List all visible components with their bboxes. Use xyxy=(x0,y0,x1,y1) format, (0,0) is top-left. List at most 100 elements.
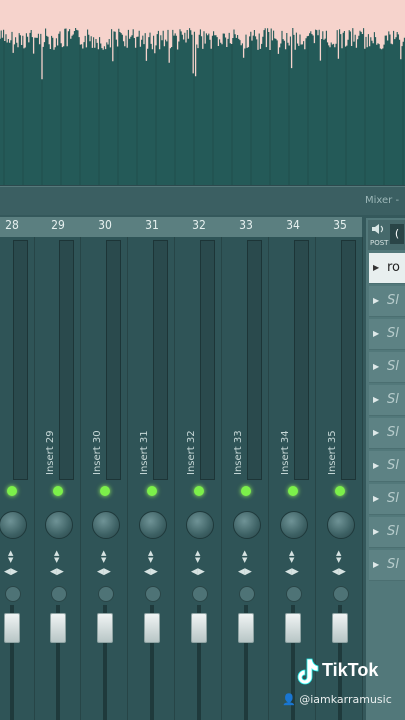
channel-enable-led[interactable] xyxy=(53,486,63,496)
post-toggle[interactable]: POST ( xyxy=(368,220,405,250)
pan-knob[interactable] xyxy=(139,511,167,539)
volume-fader[interactable] xyxy=(4,613,20,643)
volume-fader[interactable] xyxy=(144,613,160,643)
slot-label: Sl xyxy=(387,524,399,539)
slot-label: Sl xyxy=(387,293,399,308)
stereo-separation-down-icon[interactable]: ▼ xyxy=(242,556,247,565)
swap-channels-icon[interactable]: ◀▶ xyxy=(191,568,205,577)
effect-slot[interactable]: ▶ Sl xyxy=(369,352,405,383)
volume-fader[interactable] xyxy=(332,613,348,643)
insert-label: Insert 33 xyxy=(233,430,244,475)
slot-label: Sl xyxy=(387,359,399,374)
speaker-icon xyxy=(372,224,384,234)
route-knob[interactable] xyxy=(192,586,208,602)
audio-waveform xyxy=(0,0,405,185)
slot-label: Sl xyxy=(387,425,399,440)
swap-channels-icon[interactable]: ◀▶ xyxy=(332,568,346,577)
level-meter xyxy=(13,240,28,480)
insert-label: Insert 34 xyxy=(280,430,291,475)
swap-channels-icon[interactable]: ◀▶ xyxy=(238,568,252,577)
swap-channels-icon[interactable]: ◀▶ xyxy=(144,568,158,577)
channel-number: 31 xyxy=(145,218,159,232)
channel-enable-led[interactable] xyxy=(100,486,110,496)
insert-label: Insert 30 xyxy=(92,430,103,475)
route-knob[interactable] xyxy=(145,586,161,602)
effect-slot[interactable]: ▶ Sl xyxy=(369,385,405,416)
pan-knob[interactable] xyxy=(186,511,214,539)
slot-arrow-icon: ▶ xyxy=(373,329,380,338)
slot-arrow-icon: ▶ xyxy=(373,362,380,371)
slot-label: Sl xyxy=(387,326,399,341)
insert-label: Insert 29 xyxy=(45,430,56,475)
stereo-separation-down-icon[interactable]: ▼ xyxy=(8,556,13,565)
level-meter xyxy=(247,240,262,480)
channel-enable-led[interactable] xyxy=(7,486,17,496)
volume-fader[interactable] xyxy=(50,613,66,643)
slot-label: ro xyxy=(387,260,401,275)
slot-arrow-icon: ▶ xyxy=(373,560,380,569)
effect-slot[interactable]: ▶ Sl xyxy=(369,451,405,482)
panel-top-button[interactable]: ( xyxy=(390,224,404,244)
effect-slot[interactable]: ▶ Sl xyxy=(369,319,405,350)
route-knob[interactable] xyxy=(5,586,21,602)
effect-slot[interactable]: ▶ Sl xyxy=(369,550,405,581)
channel-enable-led[interactable] xyxy=(194,486,204,496)
volume-fader[interactable] xyxy=(285,613,301,643)
stereo-separation-down-icon[interactable]: ▼ xyxy=(195,556,200,565)
insert-label: Insert 32 xyxy=(186,430,197,475)
slot-arrow-icon: ▶ xyxy=(373,461,380,470)
route-knob[interactable] xyxy=(51,586,67,602)
tiktok-username: 👤 @iamkarramusic xyxy=(282,693,392,706)
effect-slot[interactable]: ▶ Sl xyxy=(369,286,405,317)
volume-fader[interactable] xyxy=(191,613,207,643)
effect-slot[interactable]: ▶ Sl xyxy=(369,484,405,515)
volume-fader[interactable] xyxy=(97,613,113,643)
route-knob[interactable] xyxy=(333,586,349,602)
pan-knob[interactable] xyxy=(92,511,120,539)
effect-slot[interactable]: ▶ Sl xyxy=(369,418,405,449)
slot-arrow-icon: ▶ xyxy=(373,527,380,536)
level-meter xyxy=(106,240,121,480)
swap-channels-icon[interactable]: ◀▶ xyxy=(97,568,111,577)
pan-knob[interactable] xyxy=(233,511,261,539)
tiktok-wordmark: TikTok xyxy=(322,660,379,680)
swap-channels-icon[interactable]: ◀▶ xyxy=(50,568,64,577)
level-meter xyxy=(59,240,74,480)
route-knob[interactable] xyxy=(286,586,302,602)
route-knob[interactable] xyxy=(98,586,114,602)
level-meter xyxy=(153,240,168,480)
slot-label: Sl xyxy=(387,557,399,572)
slot-arrow-icon: ▶ xyxy=(373,395,380,404)
pan-knob[interactable] xyxy=(280,511,308,539)
pan-knob[interactable] xyxy=(0,511,27,539)
volume-fader[interactable] xyxy=(238,613,254,643)
channel-number: 28 xyxy=(5,218,19,232)
level-meter xyxy=(294,240,309,480)
channel-number: 33 xyxy=(239,218,253,232)
stereo-separation-down-icon[interactable]: ▼ xyxy=(54,556,59,565)
slot-label: Sl xyxy=(387,392,399,407)
mixer-header xyxy=(0,186,405,215)
slot-label: Sl xyxy=(387,491,399,506)
slot-arrow-icon: ▶ xyxy=(373,428,380,437)
effect-slot[interactable]: ▶ Sl xyxy=(369,517,405,548)
stereo-separation-down-icon[interactable]: ▼ xyxy=(336,556,341,565)
channel-enable-led[interactable] xyxy=(241,486,251,496)
channel-enable-led[interactable] xyxy=(335,486,345,496)
stereo-separation-down-icon[interactable]: ▼ xyxy=(289,556,294,565)
level-meter xyxy=(341,240,356,480)
stereo-separation-down-icon[interactable]: ▼ xyxy=(148,556,153,565)
effect-slot[interactable]: ▶ ro xyxy=(369,253,405,284)
channel-enable-led[interactable] xyxy=(288,486,298,496)
user-icon: 👤 xyxy=(282,693,296,706)
route-knob[interactable] xyxy=(239,586,255,602)
pan-knob[interactable] xyxy=(45,511,73,539)
pan-knob[interactable] xyxy=(327,511,355,539)
swap-channels-icon[interactable]: ◀▶ xyxy=(285,568,299,577)
swap-channels-icon[interactable]: ◀▶ xyxy=(4,568,18,577)
channel-enable-led[interactable] xyxy=(147,486,157,496)
channel-number: 34 xyxy=(286,218,300,232)
mixer-title: Mixer - xyxy=(365,195,400,206)
channel-number: 35 xyxy=(333,218,347,232)
stereo-separation-down-icon[interactable]: ▼ xyxy=(101,556,106,565)
